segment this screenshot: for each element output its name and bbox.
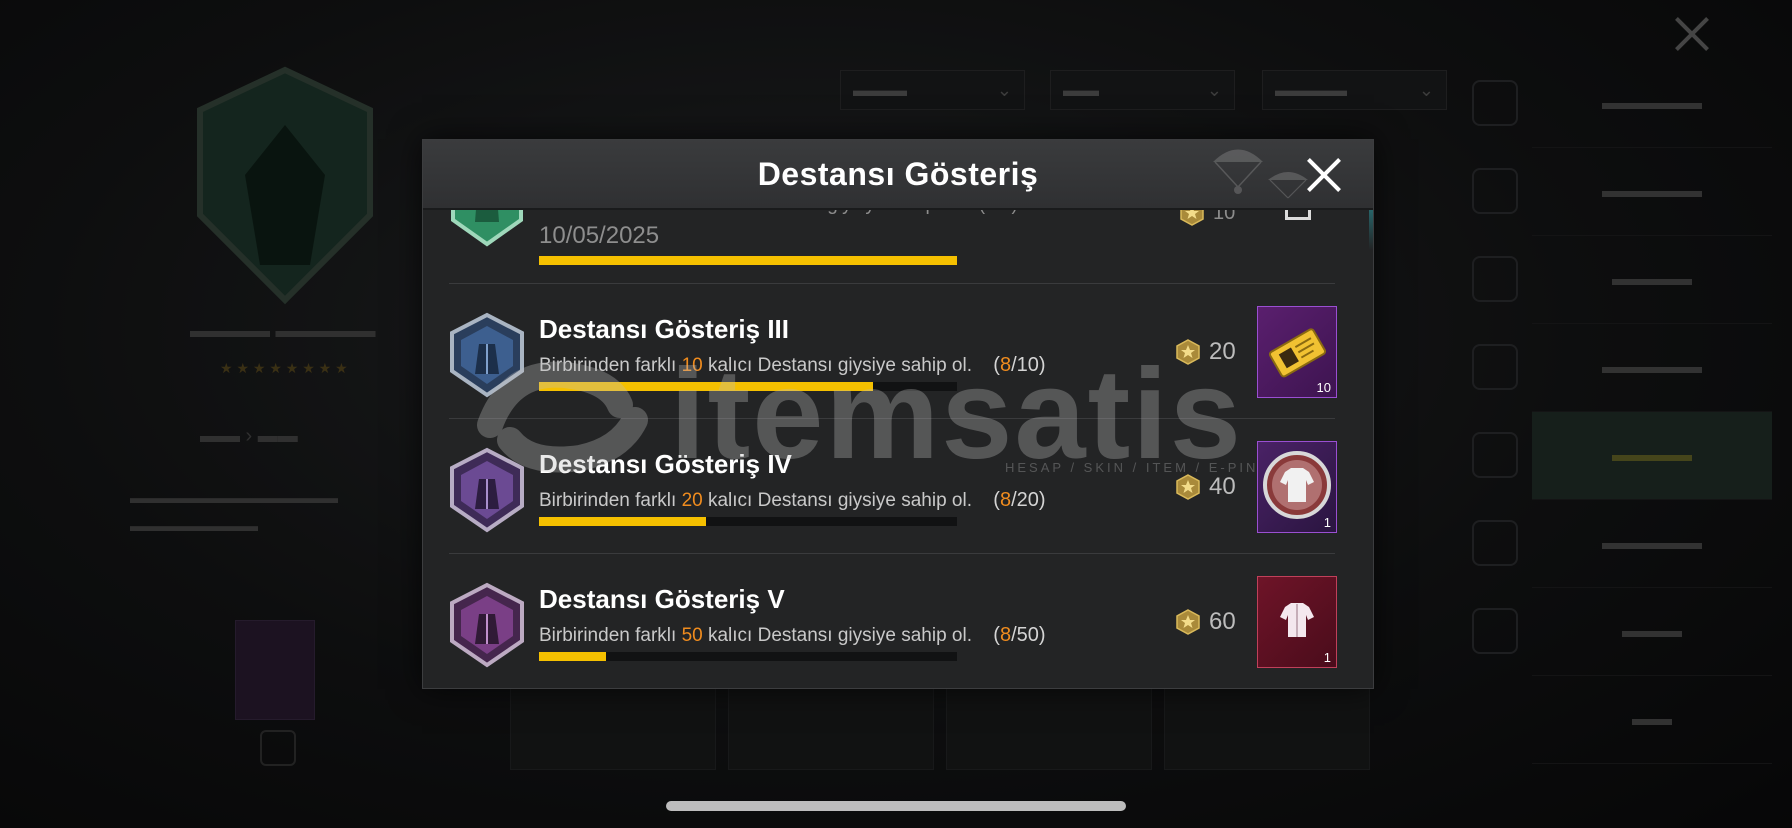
modal-header: Destansı Gösteriş bbox=[423, 140, 1373, 210]
achievement-modal: Birbirinden farklı 5 kalıcı Destansı giy… bbox=[422, 139, 1374, 689]
achievement-description: Birbirinden farklı 10 kalıcı Destansı gi… bbox=[539, 354, 1046, 376]
achievement-row: Destansı Gösteriş V Birbirinden farklı 5… bbox=[449, 554, 1337, 688]
achievement-name: Destansı Gösteriş III bbox=[539, 314, 789, 344]
progress-fill bbox=[539, 382, 874, 391]
purple-tier-badge-icon bbox=[450, 447, 524, 533]
progress-bar bbox=[539, 382, 957, 391]
reward-count: 10 bbox=[1316, 380, 1331, 395]
progress-fill bbox=[539, 256, 957, 265]
star-coin-icon bbox=[1176, 474, 1200, 500]
close-icon[interactable] bbox=[1303, 154, 1345, 196]
home-indicator[interactable] bbox=[666, 801, 1126, 811]
magenta-tier-badge-icon bbox=[450, 582, 524, 668]
reward-count: 1 bbox=[1323, 515, 1331, 530]
modal-title: Destansı Gösteriş bbox=[757, 156, 1039, 192]
blue-tier-badge-icon bbox=[450, 312, 524, 398]
achievement-list[interactable]: Birbirinden farklı 5 kalıcı Destansı giy… bbox=[423, 140, 1373, 688]
star-coin-icon bbox=[1176, 339, 1200, 365]
achievement-name: Destansı Gösteriş IV bbox=[539, 449, 792, 479]
progress-bar bbox=[539, 517, 957, 526]
reward-count: 1 bbox=[1323, 650, 1331, 665]
achievement-description: Birbirinden farklı 20 kalıcı Destansı gi… bbox=[539, 489, 1046, 511]
star-coin-icon bbox=[1176, 609, 1200, 635]
reward-item[interactable]: 1 bbox=[1257, 441, 1337, 533]
progress-fill bbox=[539, 517, 707, 526]
achievement-description: Birbirinden farklı 50 kalıcı Destansı gi… bbox=[539, 624, 1046, 646]
achievement-points: 60 bbox=[1175, 608, 1236, 636]
progress-bar bbox=[539, 652, 957, 661]
reward-item[interactable]: 1 bbox=[1257, 576, 1337, 668]
achievement-row-completed: Birbirinden farklı 5 kalıcı Destansı giy… bbox=[449, 163, 1335, 284]
completion-date: 10/05/2025 bbox=[539, 222, 660, 249]
achievement-row: Destansı Gösteriş III Birbirinden farklı… bbox=[449, 284, 1337, 419]
progress-bar bbox=[539, 256, 957, 265]
achievement-row: Destansı Gösteriş IV Birbirinden farklı … bbox=[449, 419, 1337, 554]
achievement-points: 20 bbox=[1175, 338, 1236, 366]
progress-fill bbox=[539, 652, 606, 661]
achievement-points: 40 bbox=[1175, 473, 1236, 501]
achievement-name: Destansı Gösteriş V bbox=[539, 584, 785, 614]
reward-item[interactable]: 10 bbox=[1257, 306, 1337, 398]
